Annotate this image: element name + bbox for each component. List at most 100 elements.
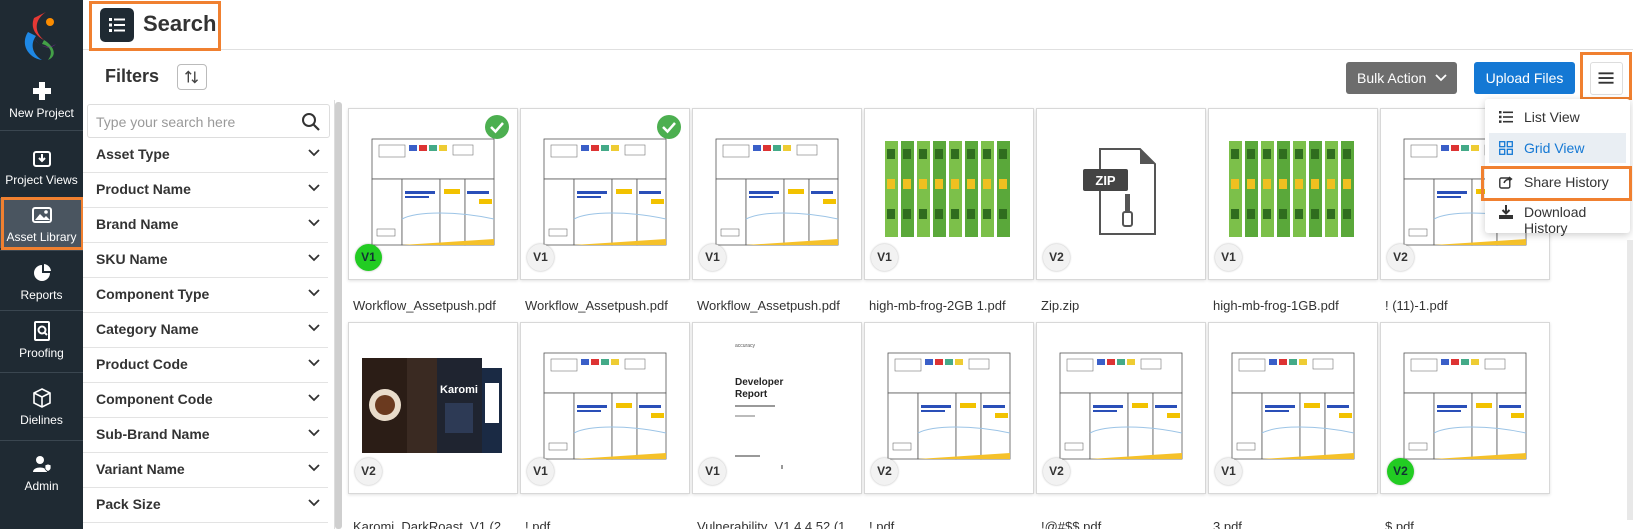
filter-product-name[interactable]: Product Name bbox=[83, 173, 328, 208]
asset-thumbnail: Karomi bbox=[357, 333, 509, 473]
asset-thumbnail bbox=[529, 119, 681, 259]
asset-file-name[interactable]: !.pdf bbox=[525, 520, 690, 529]
asset-card[interactable]: V1 bbox=[864, 108, 1034, 280]
sidebar-item-asset-library[interactable]: Asset Library bbox=[0, 198, 83, 248]
sidebar-item-admin[interactable]: Admin bbox=[0, 453, 83, 493]
bulk-action-button[interactable]: Bulk Action bbox=[1346, 62, 1457, 94]
asset-file-name[interactable]: ! (11)-1.pdf bbox=[1385, 298, 1550, 313]
chevron-down-icon bbox=[308, 429, 320, 437]
filter-category-name[interactable]: Category Name bbox=[83, 313, 328, 348]
filter-component-code[interactable]: Component Code bbox=[83, 383, 328, 418]
asset-file-name[interactable]: Karomi_DarkRoast_V1 (2 bbox=[353, 520, 518, 529]
chevron-down-icon bbox=[308, 219, 320, 227]
filter-panel-scrollbar[interactable] bbox=[335, 102, 342, 529]
filters-title: Filters bbox=[105, 66, 160, 86]
menu-item-list-view[interactable]: List View bbox=[1489, 102, 1626, 132]
asset-card[interactable]: accuracy Developer Report V1 bbox=[692, 322, 862, 494]
sidebar-item-label: Asset Library bbox=[6, 230, 77, 244]
asset-card[interactable]: V2 bbox=[1380, 322, 1550, 494]
filter-product-code[interactable]: Product Code bbox=[83, 348, 328, 383]
filter-search-box bbox=[87, 104, 330, 138]
asset-thumbnail bbox=[701, 119, 853, 259]
filter-variant-name[interactable]: Variant Name bbox=[83, 453, 328, 488]
list-menu-icon[interactable] bbox=[100, 8, 134, 42]
filter-search-input[interactable] bbox=[96, 111, 296, 133]
page-title: Search bbox=[143, 11, 217, 36]
sidebar-item-dielines[interactable]: Dielines bbox=[0, 387, 83, 427]
chevron-down-icon bbox=[308, 254, 320, 262]
asset-file-name[interactable]: Vulnerability_V1.4.4.52 (1 bbox=[697, 520, 862, 529]
filter-panel: Asset Type Product Name Brand Name SKU N… bbox=[83, 100, 335, 529]
chevron-down-icon bbox=[308, 394, 320, 402]
asset-file-name[interactable]: Workflow_Assetpush.pdf bbox=[697, 298, 862, 313]
asset-file-name[interactable]: $.pdf bbox=[1385, 520, 1550, 529]
version-badge: V1 bbox=[527, 458, 554, 485]
filter-asset-type[interactable]: Asset Type bbox=[83, 138, 328, 173]
chevron-down-icon bbox=[308, 464, 320, 472]
image-icon bbox=[31, 207, 52, 223]
asset-file-name[interactable]: Zip.zip bbox=[1041, 298, 1206, 313]
asset-file-name[interactable]: high-mb-frog-2GB 1.pdf bbox=[869, 298, 1034, 313]
sidebar-item-label: Admin bbox=[24, 479, 59, 493]
filter-sku-name[interactable]: SKU Name bbox=[83, 243, 328, 278]
share-icon bbox=[1499, 176, 1513, 189]
asset-card[interactable]: V1 bbox=[1208, 322, 1378, 494]
search-icon[interactable] bbox=[301, 112, 321, 132]
asset-card[interactable]: ZIP V2 bbox=[1036, 108, 1206, 280]
menu-item-share-history[interactable]: Share History bbox=[1489, 167, 1626, 197]
plus-icon bbox=[32, 82, 51, 100]
asset-card[interactable]: V1 bbox=[1208, 108, 1378, 280]
sidebar-item-reports[interactable]: Reports bbox=[0, 262, 83, 302]
filter-component-type[interactable]: Component Type bbox=[83, 278, 328, 313]
sidebar-divider bbox=[0, 372, 83, 373]
version-badge: V1 bbox=[1215, 244, 1242, 271]
filter-brand-name[interactable]: Brand Name bbox=[83, 208, 328, 243]
report-title-line2: Report bbox=[735, 389, 768, 400]
sidebar-item-label: Dielines bbox=[20, 413, 63, 427]
filter-sub-brand-name[interactable]: Sub-Brand Name bbox=[83, 418, 328, 453]
sidebar: New Project Project Views Asset Library … bbox=[0, 0, 84, 529]
menu-item-grid-view[interactable]: Grid View bbox=[1489, 133, 1626, 163]
app-logo-icon[interactable] bbox=[20, 10, 64, 62]
filter-pack-size[interactable]: Pack Size bbox=[83, 488, 328, 523]
asset-card[interactable]: V2 bbox=[864, 322, 1034, 494]
chevron-down-icon bbox=[308, 324, 320, 332]
selected-check-icon[interactable] bbox=[485, 115, 509, 139]
asset-card[interactable]: V1 bbox=[692, 108, 862, 280]
asset-card[interactable]: V2 bbox=[1036, 322, 1206, 494]
chevron-down-icon bbox=[308, 184, 320, 192]
sidebar-item-label: Project Views bbox=[5, 173, 78, 187]
asset-thumbnail bbox=[873, 333, 1025, 473]
sidebar-item-label: New Project bbox=[9, 106, 74, 120]
admin-user-icon bbox=[32, 456, 51, 472]
sort-button[interactable] bbox=[177, 64, 207, 90]
chevron-down-icon bbox=[308, 149, 320, 157]
asset-file-name[interactable]: !@#$$.pdf bbox=[1041, 520, 1206, 529]
version-badge: V2 bbox=[1387, 244, 1414, 271]
selected-check-icon[interactable] bbox=[657, 115, 681, 139]
asset-file-name[interactable]: !.pdf bbox=[869, 520, 1034, 529]
view-menu-button[interactable] bbox=[1590, 62, 1623, 95]
asset-thumbnail bbox=[1217, 119, 1369, 259]
asset-file-name[interactable]: Workflow_Assetpush.pdf bbox=[525, 298, 690, 313]
coffee-brand: Karomi bbox=[440, 384, 478, 396]
asset-card[interactable]: Karomi V2 bbox=[348, 322, 518, 494]
page-scrollbar[interactable] bbox=[1627, 240, 1633, 520]
sidebar-divider bbox=[0, 440, 83, 441]
asset-card[interactable]: V1 bbox=[520, 322, 690, 494]
version-badge: V1 bbox=[699, 244, 726, 271]
upload-files-button[interactable]: Upload Files bbox=[1474, 62, 1575, 94]
asset-card[interactable]: V1 bbox=[520, 108, 690, 280]
asset-file-name[interactable]: 3.pdf bbox=[1213, 520, 1378, 529]
sidebar-item-new-project[interactable]: New Project bbox=[0, 80, 83, 120]
asset-file-name[interactable]: Workflow_Assetpush.pdf bbox=[353, 298, 518, 313]
asset-card[interactable]: V1 bbox=[348, 108, 518, 280]
pie-chart-icon bbox=[33, 264, 51, 281]
sidebar-divider bbox=[0, 310, 83, 311]
sidebar-item-proofing[interactable]: Proofing bbox=[0, 320, 83, 360]
asset-thumbnail: ZIP bbox=[1045, 119, 1197, 259]
sidebar-item-project-views[interactable]: Project Views bbox=[0, 147, 83, 187]
asset-file-name[interactable]: high-mb-frog-1GB.pdf bbox=[1213, 298, 1378, 313]
menu-item-download-history[interactable]: Download History bbox=[1489, 197, 1626, 236]
cube-icon bbox=[32, 388, 51, 408]
